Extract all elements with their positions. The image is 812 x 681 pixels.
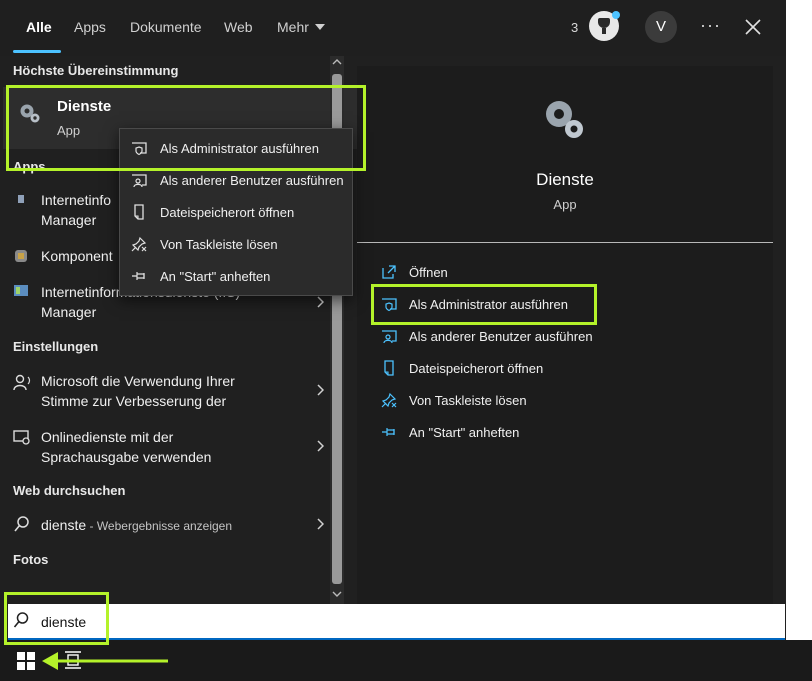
unpin-icon bbox=[381, 392, 397, 408]
iis-manager-icon bbox=[14, 285, 28, 296]
highlight-best-match bbox=[6, 85, 366, 171]
tab-alle[interactable]: Alle bbox=[26, 19, 52, 35]
settings-item-voice[interactable]: Microsoft die Verwendung Ihrer Stimme zu… bbox=[41, 371, 235, 411]
tab-web[interactable]: Web bbox=[224, 19, 253, 35]
settings-item-line1: Microsoft die Verwendung Ihrer bbox=[41, 373, 235, 389]
section-web: Web durchsuchen bbox=[13, 483, 126, 498]
rewards-points: 3 bbox=[571, 20, 579, 35]
tab-dokumente[interactable]: Dokumente bbox=[130, 19, 202, 35]
avatar[interactable]: V bbox=[645, 11, 677, 43]
notification-dot bbox=[612, 11, 620, 19]
app-item-komponent[interactable]: Komponent bbox=[41, 246, 113, 266]
web-suffix: - Webergebnisse anzeigen bbox=[86, 519, 233, 533]
app-item-line2: Manager bbox=[41, 212, 97, 228]
web-search-item[interactable]: dienste - Webergebnisse anzeigen bbox=[41, 515, 232, 536]
context-pin-start[interactable]: An "Start" anheften bbox=[160, 269, 270, 284]
chevron-down-icon bbox=[314, 24, 325, 30]
component-services-icon bbox=[15, 250, 27, 262]
context-run-as-other-user[interactable]: Als anderer Benutzer ausführen bbox=[160, 173, 344, 188]
services-gear-icon bbox=[546, 101, 583, 138]
iis-app-icon bbox=[18, 195, 24, 203]
section-best-match: Höchste Übereinstimmung bbox=[13, 63, 179, 78]
chevron-right-icon[interactable] bbox=[316, 296, 324, 308]
context-open-file-location[interactable]: Dateispeicherort öffnen bbox=[160, 205, 294, 220]
chevron-right-icon[interactable] bbox=[316, 518, 324, 530]
action-run-as-other-user[interactable]: Als anderer Benutzer ausführen bbox=[409, 329, 593, 344]
app-item-line1: Komponent bbox=[41, 248, 113, 264]
app-item-line1: Internetinfo bbox=[41, 192, 112, 208]
highlight-run-as-admin bbox=[371, 284, 597, 325]
unpin-icon bbox=[131, 236, 147, 252]
context-unpin-taskbar[interactable]: Von Taskleiste lösen bbox=[160, 237, 278, 252]
open-icon bbox=[382, 265, 396, 279]
user-icon bbox=[132, 174, 147, 188]
detail-subtitle: App bbox=[553, 197, 577, 212]
file-icon bbox=[134, 204, 144, 220]
action-unpin-taskbar[interactable]: Von Taskleiste lösen bbox=[409, 393, 527, 408]
arrow-annotation-icon bbox=[42, 652, 168, 670]
pin-icon bbox=[132, 272, 145, 280]
divider bbox=[357, 242, 773, 243]
settings-item-line1: Onlinedienste mit der bbox=[41, 429, 174, 445]
app-item-internetinfo[interactable]: Internetinfo Manager bbox=[41, 190, 111, 230]
scroll-up-icon[interactable] bbox=[332, 58, 342, 66]
settings-item-line2: Sprachausgabe verwenden bbox=[41, 449, 212, 465]
action-open-file-location[interactable]: Dateispeicherort öffnen bbox=[409, 361, 543, 376]
narrator-icon bbox=[13, 430, 30, 445]
search-icon bbox=[14, 516, 29, 532]
windows-start-icon[interactable] bbox=[17, 652, 35, 670]
user-icon bbox=[382, 330, 397, 344]
tab-mehr-label: Mehr bbox=[277, 19, 309, 35]
action-pin-start[interactable]: An "Start" anheften bbox=[409, 425, 519, 440]
close-icon[interactable] bbox=[743, 17, 763, 37]
highlight-search-box bbox=[4, 592, 109, 645]
settings-item-narrator[interactable]: Onlinedienste mit der Sprachausgabe verw… bbox=[41, 427, 211, 467]
more-options-icon[interactable]: ··· bbox=[700, 15, 721, 36]
app-item-line2: Manager bbox=[41, 304, 97, 320]
chevron-right-icon[interactable] bbox=[316, 384, 324, 396]
tab-mehr[interactable]: Mehr bbox=[277, 19, 325, 35]
settings-item-line2: Stimme zur Verbesserung der bbox=[41, 393, 227, 409]
web-query: dienste bbox=[41, 517, 87, 533]
pin-icon bbox=[382, 428, 395, 436]
search-box[interactable] bbox=[8, 604, 785, 640]
scroll-down-icon[interactable] bbox=[332, 590, 342, 598]
active-tab-indicator bbox=[13, 50, 61, 53]
section-settings: Einstellungen bbox=[13, 339, 99, 354]
file-icon bbox=[384, 360, 394, 376]
detail-title: Dienste bbox=[536, 170, 594, 189]
section-photos: Fotos bbox=[13, 552, 49, 567]
action-open[interactable]: Öffnen bbox=[409, 265, 448, 280]
tab-apps[interactable]: Apps bbox=[74, 19, 106, 35]
chevron-right-icon[interactable] bbox=[316, 440, 324, 452]
voice-user-icon bbox=[13, 374, 31, 391]
